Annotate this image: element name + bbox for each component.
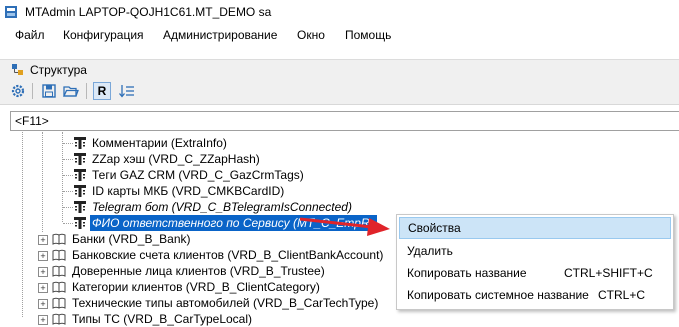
book-icon [52,313,66,325]
folder-open-icon [63,86,79,97]
field-icon [74,137,86,149]
tree-guide-line [62,132,63,222]
menu-item-label: Удалить [407,244,453,258]
tree-branch [63,159,73,160]
menu-item-label: Копировать системное название [407,288,589,302]
book-icon [52,281,66,293]
toolbar-separator [86,83,87,99]
tree-group-car-tech-types[interactable]: Технические типы автомобилей (VRD_B_CarT… [72,295,378,311]
menu-window[interactable]: Окно [297,28,325,42]
expand-toggle[interactable]: + [38,251,48,261]
tree-item-telegram[interactable]: Telegram бот (VRD_C_BTelegramIsConnected… [92,199,352,215]
open-button[interactable] [62,82,80,100]
expand-toggle[interactable]: + [38,267,48,277]
save-button[interactable] [40,82,58,100]
menu-item-delete[interactable]: Удалить [399,240,671,262]
tree-branch [63,143,73,144]
app-icon [5,6,17,18]
book-icon [52,297,66,309]
title-bar: MTAdmin LAPTOP-QOJH1C61.MT_DEMO sa [0,0,679,24]
tree-item-extrainfo[interactable]: Комментарии (ExtraInfo) [92,135,227,151]
filter-value: <F11> [15,114,49,128]
menu-item-properties[interactable]: Свойства [399,217,671,239]
tree-branch [63,175,73,176]
filter-field[interactable]: <F11> [10,111,679,131]
context-menu: Свойства Удалить Копировать название CTR… [396,214,674,310]
tree-group-bank-accounts[interactable]: Банковские счета клиентов (VRD_B_ClientB… [72,247,383,263]
menu-item-copy-system-name[interactable]: Копировать системное название CTRL+C [399,284,671,306]
field-icon [74,153,86,165]
r-toggle-button[interactable]: R [93,82,111,100]
panel-header: Структура [0,59,679,80]
tree-branch [63,191,73,192]
book-icon [52,233,66,245]
gear-icon [11,84,25,98]
menu-item-shortcut: CTRL+SHIFT+C [564,266,653,280]
tree-branch [63,207,73,208]
sort-button[interactable] [118,82,136,100]
book-icon [52,265,66,277]
book-icon [52,249,66,261]
tree-group-car-types[interactable]: Типы ТС (VRD_B_CarTypeLocal) [72,311,252,327]
tree-branch [63,223,73,224]
sort-list-icon [119,85,134,98]
tree-item-zzaphash[interactable]: ZZap хэш (VRD_C_ZZapHash) [92,151,260,167]
tree-item-gazcrmtags[interactable]: Теги GAZ CRM (VRD_C_GazCrmTags) [92,167,304,183]
menu-item-copy-name[interactable]: Копировать название CTRL+SHIFT+C [399,262,671,284]
tree-group-client-categories[interactable]: Категории клиентов (VRD_B_ClientCategory… [72,279,320,295]
window-title: MTAdmin LAPTOP-QOJH1C61.MT_DEMO sa [25,5,272,19]
field-icon [74,169,86,181]
tree-item-selected-responsible[interactable]: ФИО ответственного по Сервису (MT_C_EmpR… [90,215,380,231]
menu-item-label: Копировать название [407,266,527,280]
tree-group-banks[interactable]: Банки (VRD_B_Bank) [72,231,191,247]
panel-title: Структура [30,63,87,77]
settings-button[interactable] [9,82,27,100]
menu-configuration[interactable]: Конфигурация [63,28,144,42]
expand-toggle[interactable]: + [38,299,48,309]
field-icon [74,185,86,197]
field-icon [74,201,86,213]
toolbar-separator [32,83,33,99]
toolbar: R [0,79,679,105]
expand-toggle[interactable]: + [38,283,48,293]
tree-guide-line [22,132,23,317]
menu-administration[interactable]: Администрирование [163,28,277,42]
menu-item-label: Свойства [408,221,461,235]
menu-file[interactable]: Файл [15,28,45,42]
save-icon [42,84,56,98]
menu-bar: Файл Конфигурация Администрирование Окно… [0,24,679,46]
structure-icon [12,64,23,75]
tree-group-trustees[interactable]: Доверенные лица клиентов (VRD_B_Trustee) [72,263,325,279]
expand-toggle[interactable]: + [38,235,48,245]
menu-help[interactable]: Помощь [345,28,391,42]
tree-item-mkbcardid[interactable]: ID карты МКБ (VRD_CMKBCardID) [92,183,284,199]
field-icon [74,217,86,229]
tree-guide-line [42,132,43,232]
menu-item-shortcut: CTRL+C [598,288,646,302]
